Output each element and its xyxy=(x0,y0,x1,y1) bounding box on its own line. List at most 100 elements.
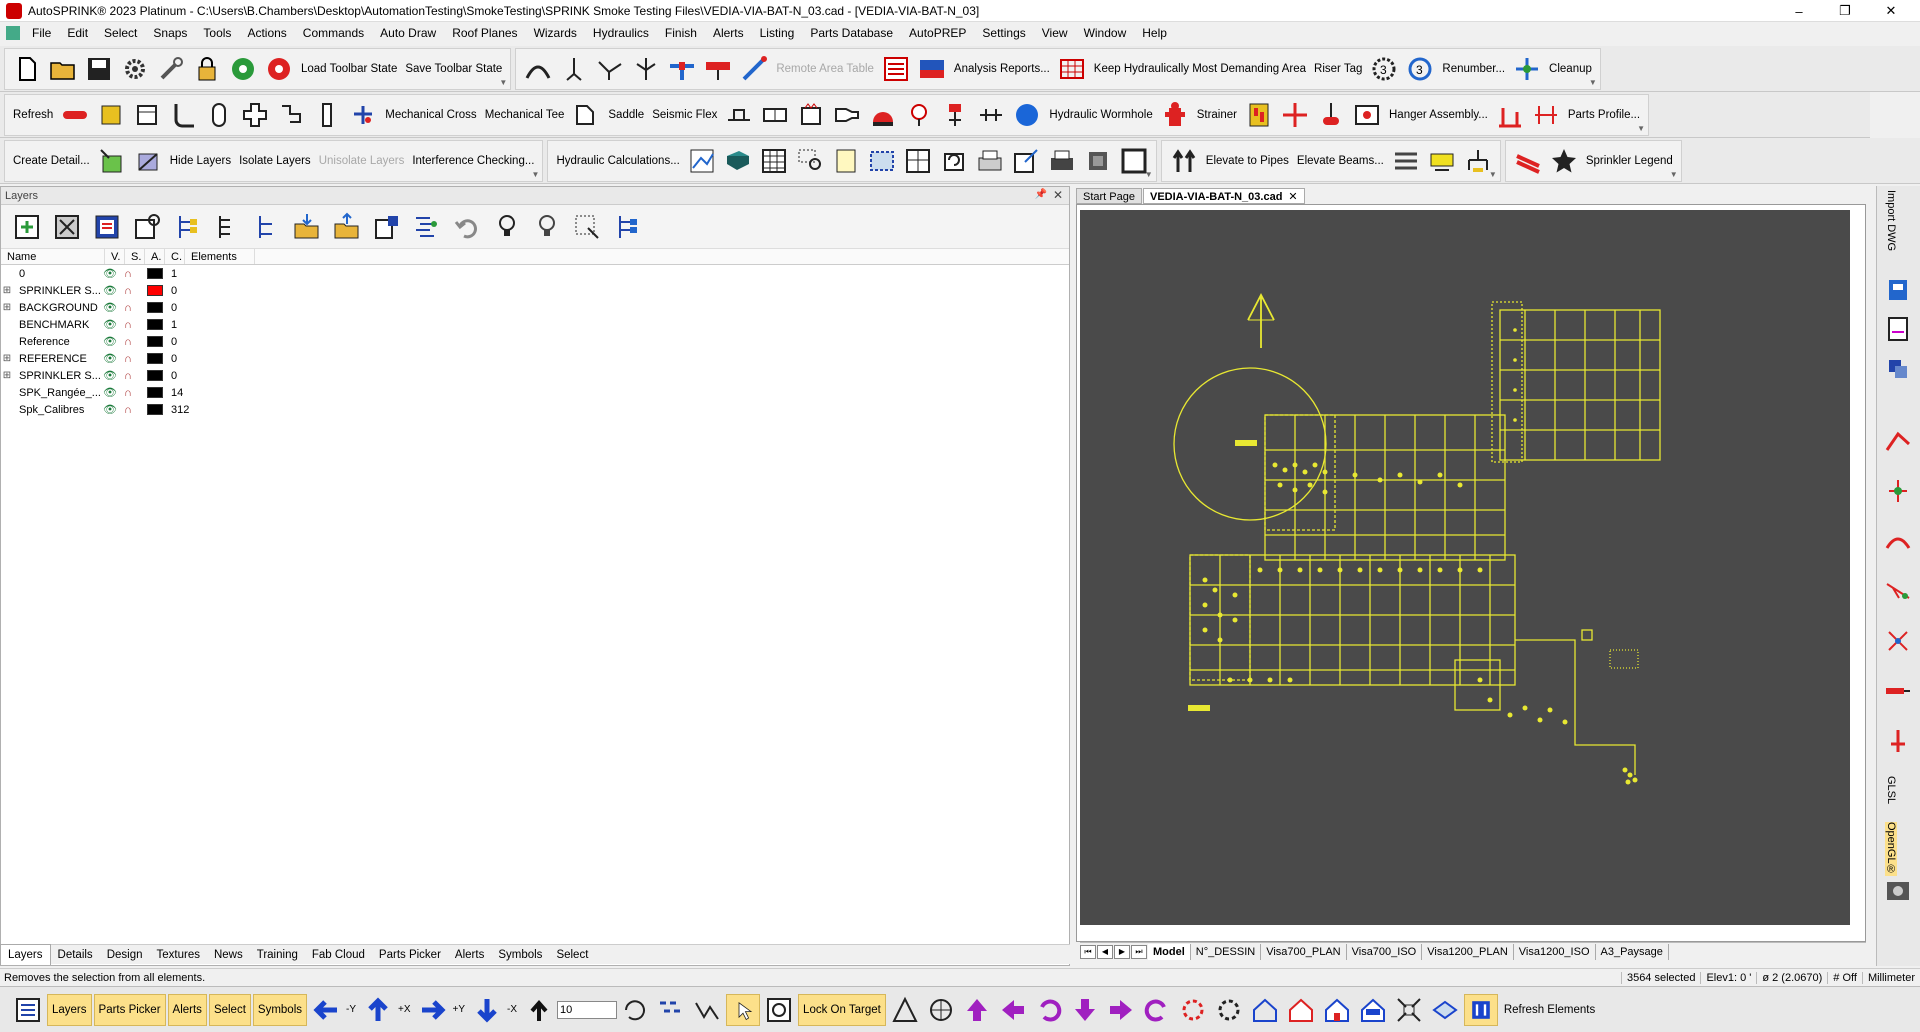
analysis-report-icon[interactable] xyxy=(881,54,911,84)
tab-training[interactable]: Training xyxy=(250,945,305,965)
toolbar-overflow-icon[interactable]: ▼ xyxy=(499,78,509,88)
visibility-eye-icon[interactable]: 👁 xyxy=(101,369,119,382)
step-distance-input[interactable] xyxy=(557,1000,618,1019)
elevate-beams-button[interactable]: Elevate Beams... xyxy=(1293,142,1388,180)
visibility-eye-icon[interactable]: 👁 xyxy=(101,403,119,416)
strainer-button[interactable]: Strainer xyxy=(1193,96,1241,134)
menu-snaps[interactable]: Snaps xyxy=(145,22,195,44)
menu-roof-planes[interactable]: Roof Planes xyxy=(444,22,525,44)
dimension-icon[interactable] xyxy=(1495,100,1525,130)
layer-color-swatch[interactable] xyxy=(147,404,163,415)
menu-hydraulics[interactable]: Hydraulics xyxy=(585,22,657,44)
draw-pipe-icon[interactable] xyxy=(739,54,769,84)
hanger-assembly-button[interactable]: Hanger Assembly... xyxy=(1385,96,1492,134)
tab-textures[interactable]: Textures xyxy=(150,945,207,965)
drawing-viewport[interactable] xyxy=(1080,210,1850,925)
sprinkler-branch-icon[interactable] xyxy=(595,54,625,84)
layer-plane-icon[interactable] xyxy=(1430,995,1460,1025)
dock-pipe-red-icon[interactable] xyxy=(1883,676,1915,706)
menu-view[interactable]: View xyxy=(1034,22,1076,44)
layer-row[interactable]: ⊞ REFERENCE 👁 ∩ 0 xyxy=(1,350,1069,367)
layer-row[interactable]: Reference 👁 ∩ 0 xyxy=(1,333,1069,350)
expand-icon[interactable]: ⊞ xyxy=(1,302,13,313)
hydraulic-wormhole-button[interactable]: Hydraulic Wormhole xyxy=(1045,96,1156,134)
import-dwg-icon[interactable] xyxy=(1883,274,1915,304)
view-pan-icon[interactable] xyxy=(926,995,956,1025)
select-layer-elements-icon[interactable] xyxy=(572,212,602,242)
mechanical-tee-button[interactable]: Mechanical Tee xyxy=(481,96,569,134)
beam-list-icon[interactable] xyxy=(1391,146,1421,176)
close-tab-icon[interactable]: ✕ xyxy=(1288,191,1297,203)
parts-picker-toggle-button[interactable]: Parts Picker xyxy=(93,993,166,1026)
save-toolbar-state-button[interactable]: Save Toolbar State xyxy=(401,50,506,88)
seismic-flex-button[interactable]: Seismic Flex xyxy=(648,96,721,134)
renumber-gear-icon[interactable]: 3 xyxy=(1369,54,1399,84)
lock-on-target-button[interactable]: Lock On Target xyxy=(798,993,886,1026)
layout-tab-n-dessin[interactable]: N°_DESSIN xyxy=(1191,943,1262,960)
arrow-right-icon[interactable] xyxy=(418,995,448,1025)
detail-measure-icon[interactable] xyxy=(133,146,163,176)
layer-row[interactable]: ⊞ BACKGROUND 👁 ∩ 0 xyxy=(1,299,1069,316)
visibility-eye-icon[interactable]: 👁 xyxy=(101,352,119,365)
menu-auto-draw[interactable]: Auto Draw xyxy=(372,22,444,44)
toolbar-overflow-icon[interactable]: ▼ xyxy=(531,170,541,180)
layer-color-swatch[interactable] xyxy=(147,285,163,296)
open-folder-icon[interactable] xyxy=(48,54,78,84)
menu-settings[interactable]: Settings xyxy=(974,22,1033,44)
col-name[interactable]: Name xyxy=(1,249,105,264)
last-layout-icon[interactable]: ⏭ xyxy=(1131,944,1147,959)
dock-riser-icon[interactable] xyxy=(1883,726,1915,756)
star-icon[interactable] xyxy=(1549,146,1579,176)
zoom-extents-icon[interactable] xyxy=(1394,995,1424,1025)
selectable-icon[interactable]: ∩ xyxy=(119,353,137,365)
target-icon[interactable] xyxy=(764,995,794,1025)
lightbulb-on-icon[interactable] xyxy=(492,212,522,242)
tab-design[interactable]: Design xyxy=(100,945,150,965)
tab-start-page[interactable]: Start Page xyxy=(1076,188,1142,204)
hide-layers-button[interactable]: Hide Layers xyxy=(166,142,235,180)
selectable-icon[interactable]: ∩ xyxy=(119,387,137,399)
tab-layers[interactable]: Layers xyxy=(0,944,51,965)
tab-details[interactable]: Details xyxy=(51,945,100,965)
status-elevation[interactable]: Elev1: 0 ' xyxy=(1700,971,1756,984)
saddle-button[interactable]: Saddle xyxy=(604,96,648,134)
graph-icon[interactable] xyxy=(687,146,717,176)
layer-row[interactable]: 0 👁 ∩ 1 xyxy=(1,265,1069,282)
riser-tag-button[interactable]: Riser Tag xyxy=(1310,50,1366,88)
tab-parts-picker[interactable]: Parts Picker xyxy=(372,945,448,965)
coupling-icon[interactable] xyxy=(204,100,234,130)
selectable-icon[interactable]: ∩ xyxy=(119,319,137,331)
house-front-icon[interactable] xyxy=(1286,995,1316,1025)
rotate-selection-icon[interactable] xyxy=(620,995,650,1025)
selectable-icon[interactable]: ∩ xyxy=(119,404,137,416)
zoom-window-icon[interactable] xyxy=(795,146,825,176)
menu-parts-database[interactable]: Parts Database xyxy=(802,22,901,44)
layer-settings-icon[interactable] xyxy=(132,212,162,242)
parts-profile-icon[interactable] xyxy=(1531,100,1561,130)
detail-green-icon[interactable] xyxy=(97,146,127,176)
purple-down-icon[interactable] xyxy=(1070,995,1100,1025)
unisolate-layers-button[interactable]: Unisolate Layers xyxy=(315,142,409,180)
expand-icon[interactable]: ⊞ xyxy=(1,353,13,364)
table-icon[interactable] xyxy=(759,146,789,176)
print-layout-icon[interactable] xyxy=(903,146,933,176)
layout-tab-visa700-iso[interactable]: Visa700_ISO xyxy=(1347,943,1423,960)
menu-alerts[interactable]: Alerts xyxy=(705,22,752,44)
demand-area-icon[interactable] xyxy=(1057,54,1087,84)
menu-edit[interactable]: Edit xyxy=(59,22,96,44)
purple-right-icon[interactable] xyxy=(1106,995,1136,1025)
toolbar-overflow-icon[interactable]: ▼ xyxy=(1489,170,1499,180)
yellow-tag-icon[interactable] xyxy=(1427,146,1457,176)
saddle-icon[interactable] xyxy=(571,100,601,130)
menu-actions[interactable]: Actions xyxy=(239,22,294,44)
undo-layer-icon[interactable] xyxy=(452,212,482,242)
tab-alerts[interactable]: Alerts xyxy=(448,945,491,965)
dock-arc-icon[interactable] xyxy=(1883,526,1915,556)
export-icon[interactable] xyxy=(1011,146,1041,176)
opengl-tab[interactable]: OpenGL® xyxy=(1885,822,1897,876)
layer-color-swatch[interactable] xyxy=(147,387,163,398)
status-diameter[interactable]: ø 2 (2.0670) xyxy=(1756,971,1827,984)
expand-icon[interactable]: ⊞ xyxy=(1,285,13,296)
dwg-layers-icon[interactable] xyxy=(1883,354,1915,384)
import-dwg-tab[interactable]: Import DWG xyxy=(1885,190,1897,251)
